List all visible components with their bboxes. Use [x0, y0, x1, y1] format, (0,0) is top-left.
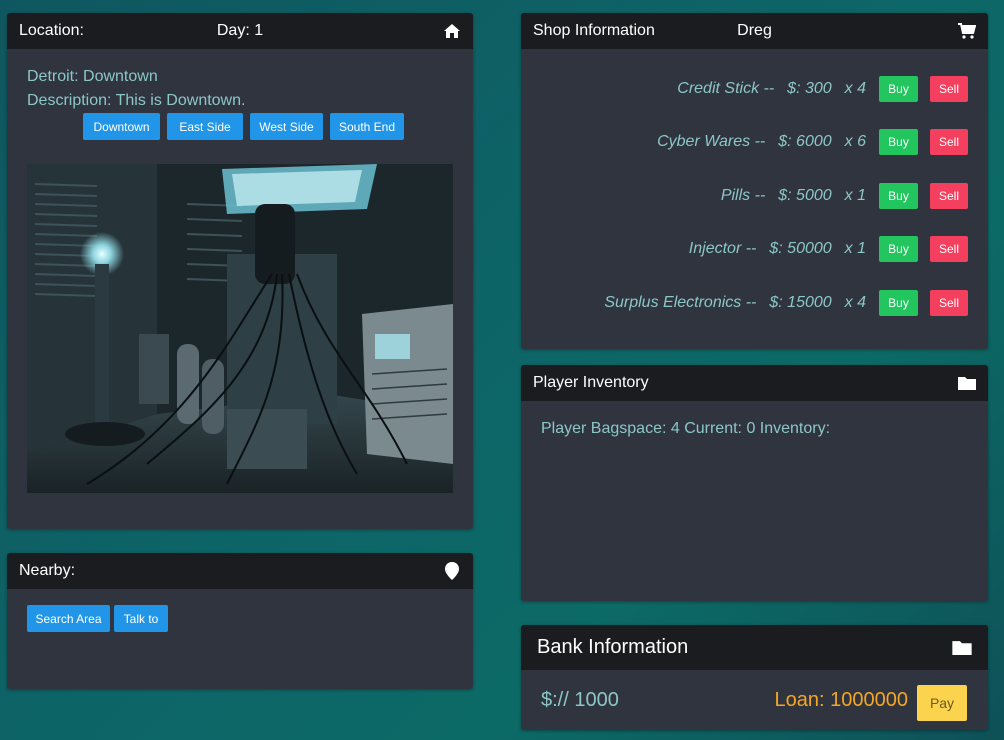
location-panel: Location: Day: 1 Detroit: Downtown Descr…	[7, 13, 473, 529]
item-price: $: 15000	[769, 294, 832, 311]
item-quantity: x 1	[844, 187, 866, 204]
item-quantity: x 1	[844, 240, 866, 257]
item-quantity: x 4	[844, 80, 866, 97]
item-quantity: x 4	[844, 294, 866, 311]
bank-balance: $:// 1000	[541, 689, 619, 711]
bank-panel: Bank Information $:// 1000 Loan: 1000000…	[521, 625, 988, 730]
shop-row: Credit Stick -- $: 300 x 4 Buy Sell	[677, 76, 968, 102]
shop-row: Surplus Electronics -- $: 15000 x 4 Buy …	[604, 290, 968, 316]
inventory-header: Player Inventory	[521, 365, 988, 401]
buy-button[interactable]: Buy	[879, 290, 918, 316]
item-quantity: x 6	[844, 133, 866, 150]
buy-button[interactable]: Buy	[879, 76, 918, 102]
shop-header-label: Shop Information	[533, 22, 655, 39]
bank-header-label: Bank Information	[537, 636, 689, 658]
nearby-header: Nearby:	[7, 553, 473, 589]
item-name: Surplus Electronics --	[604, 294, 757, 311]
search-area-button[interactable]: Search Area	[27, 605, 110, 632]
sell-button[interactable]: Sell	[930, 290, 968, 316]
sell-button[interactable]: Sell	[930, 129, 968, 155]
shop-row: Cyber Wares -- $: 6000 x 6 Buy Sell	[657, 129, 968, 155]
shop-panel: Shop Information Dreg Credit Stick -- $:…	[521, 13, 988, 349]
buy-button[interactable]: Buy	[879, 183, 918, 209]
item-price: $: 5000	[778, 187, 832, 204]
item-price: $: 6000	[778, 133, 832, 150]
sell-button[interactable]: Sell	[930, 236, 968, 262]
area-button-south-end[interactable]: South End	[330, 113, 404, 140]
bank-header: Bank Information	[521, 625, 988, 670]
area-button-downtown[interactable]: Downtown	[83, 113, 160, 140]
folder-icon	[952, 639, 972, 657]
home-icon[interactable]	[443, 22, 461, 40]
inventory-status: Player Bagspace: 4 Current: 0 Inventory:	[541, 420, 831, 437]
loan-amount: Loan: 1000000	[774, 689, 908, 711]
sell-button[interactable]: Sell	[930, 76, 968, 102]
nearby-header-label: Nearby:	[19, 562, 76, 579]
shopping-cart-icon[interactable]	[958, 22, 976, 40]
nearby-panel: Nearby: Search Area Talk to	[7, 553, 473, 689]
inventory-header-label: Player Inventory	[533, 374, 649, 391]
area-buttons: Downtown East Side West Side South End	[83, 113, 404, 140]
location-header: Location: Day: 1	[7, 13, 473, 49]
location-name: Detroit: Downtown	[27, 68, 158, 85]
map-pin-icon	[443, 562, 461, 580]
buy-button[interactable]: Buy	[879, 236, 918, 262]
inventory-panel: Player Inventory Player Bagspace: 4 Curr…	[521, 365, 988, 601]
shop-header: Shop Information Dreg	[521, 13, 988, 49]
item-name: Pills --	[720, 187, 766, 204]
location-image	[27, 164, 453, 493]
item-price: $: 50000	[769, 240, 832, 257]
talk-to-button[interactable]: Talk to	[114, 605, 168, 632]
shop-row: Injector -- $: 50000 x 1 Buy Sell	[689, 236, 968, 262]
pay-button[interactable]: Pay	[917, 685, 967, 721]
folder-icon	[958, 374, 976, 392]
sell-button[interactable]: Sell	[930, 183, 968, 209]
area-button-west-side[interactable]: West Side	[250, 113, 323, 140]
item-name: Injector --	[688, 240, 757, 257]
item-price: $: 300	[787, 80, 832, 97]
location-header-label: Location:	[19, 22, 84, 39]
buy-button[interactable]: Buy	[879, 129, 918, 155]
area-button-east-side[interactable]: East Side	[167, 113, 243, 140]
item-name: Cyber Wares --	[657, 133, 766, 150]
location-description: Description: This is Downtown.	[27, 92, 246, 109]
shop-row: Pills -- $: 5000 x 1 Buy Sell	[721, 183, 968, 209]
nearby-buttons: Search Area Talk to	[27, 605, 168, 632]
item-name: Credit Stick --	[677, 80, 775, 97]
